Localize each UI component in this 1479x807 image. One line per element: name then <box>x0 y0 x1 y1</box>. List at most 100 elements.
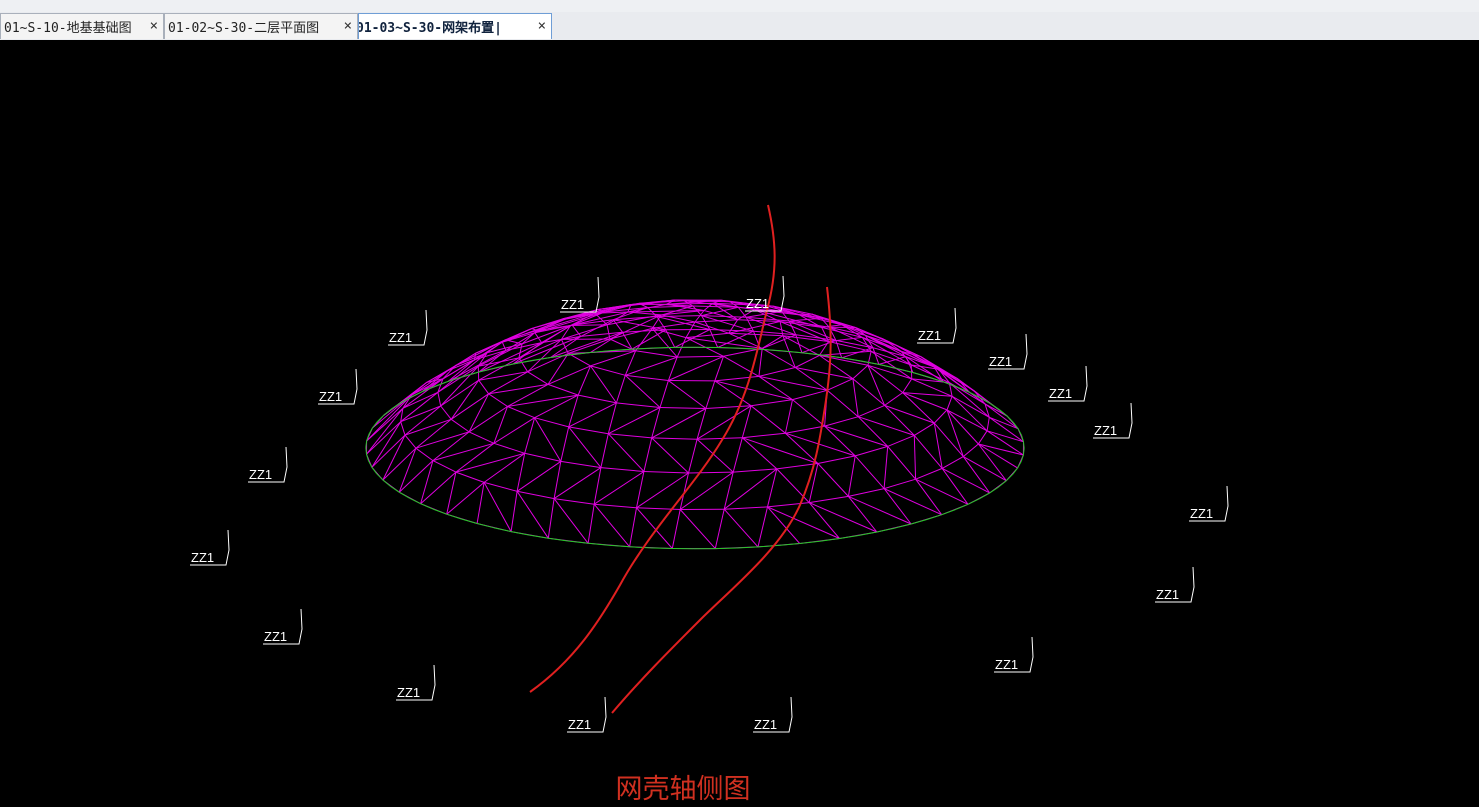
mesh-member <box>980 493 990 499</box>
column-label: ZZ1 <box>754 717 777 732</box>
mesh-member <box>884 489 942 515</box>
close-icon[interactable]: × <box>538 18 546 34</box>
mesh-member <box>652 438 689 473</box>
mesh-member <box>405 435 416 448</box>
mesh-member <box>1013 468 1018 474</box>
mesh-member <box>715 381 793 400</box>
mesh-member <box>999 481 1007 487</box>
mesh-member <box>399 492 409 498</box>
mesh-member <box>594 472 644 505</box>
mesh-member <box>842 348 873 358</box>
mesh-member <box>561 461 601 467</box>
mesh-member <box>653 347 675 348</box>
mesh-member <box>568 541 588 543</box>
mesh-member <box>613 320 666 330</box>
tab-grid-structure-layout[interactable]: 01-03~S-30-网架布置| × <box>358 13 552 39</box>
mesh-member <box>469 394 489 432</box>
mesh-member <box>447 514 462 519</box>
mesh-member <box>594 468 601 505</box>
mesh-member <box>795 355 819 367</box>
mesh-member <box>608 403 616 434</box>
close-icon[interactable]: × <box>150 18 158 34</box>
mesh-member <box>742 438 818 464</box>
mesh-member <box>625 375 660 407</box>
mesh-member <box>535 418 561 462</box>
markup-line <box>530 205 775 692</box>
tab-label: 01~S-10-地基基础图 <box>4 17 132 36</box>
mesh-member <box>836 340 842 357</box>
mesh-member <box>888 435 915 446</box>
mesh-member <box>715 381 751 406</box>
column-label: ZZ1 <box>1190 506 1213 521</box>
mesh-member <box>697 438 742 440</box>
mesh-member <box>729 333 783 336</box>
column-label: ZZ1 <box>918 328 941 343</box>
mesh-member <box>484 453 525 482</box>
tab-label: 01-03~S-30-网架布置| <box>358 17 502 36</box>
mesh-member <box>793 390 828 399</box>
mesh-member <box>636 351 678 357</box>
mesh-member <box>652 409 706 438</box>
mesh-member <box>479 380 489 394</box>
mesh-member <box>511 532 529 536</box>
mesh-member <box>942 468 990 493</box>
mesh-member <box>903 393 935 424</box>
drawing-canvas[interactable]: ZZ1ZZ1ZZ1ZZ1ZZ1ZZ1ZZ1ZZ1ZZ1ZZ1ZZ1ZZ1ZZ1Z… <box>0 40 1479 803</box>
mesh-member <box>405 419 451 435</box>
mesh-member <box>644 438 652 472</box>
mesh-member <box>916 479 968 504</box>
mesh-member <box>689 439 698 473</box>
mesh-member <box>401 406 441 422</box>
mesh-member <box>469 432 494 443</box>
mesh-member <box>451 419 469 432</box>
tab-label: 01-02~S-30-二层平面图 <box>168 17 319 36</box>
mesh-member <box>894 524 911 528</box>
tab-second-floor-plan[interactable]: 01-02~S-30-二层平面图 × <box>164 13 358 39</box>
mesh-member <box>955 504 968 509</box>
mesh-member <box>441 406 452 419</box>
mesh-member <box>366 448 367 455</box>
mesh-member <box>594 504 636 508</box>
mesh-member <box>651 548 673 549</box>
mesh-member <box>990 487 999 493</box>
mesh-member <box>372 435 405 467</box>
mesh-member <box>827 379 853 391</box>
mesh-member <box>548 384 578 395</box>
mesh-member <box>517 491 554 498</box>
mesh-member <box>383 448 416 480</box>
mesh-member <box>738 307 746 317</box>
mesh-member <box>517 453 525 491</box>
mesh-member <box>911 520 927 525</box>
markup-line <box>612 287 831 713</box>
mesh-member <box>715 509 724 548</box>
mesh-member <box>737 547 758 548</box>
mesh-member <box>742 438 777 469</box>
mesh-member <box>751 400 792 406</box>
mesh-member <box>677 356 723 357</box>
mesh-member <box>759 348 762 376</box>
mesh-member <box>632 348 653 349</box>
tab-foundation-plan[interactable]: 01~S-10-地基基础图 × <box>0 13 164 39</box>
markup-lines <box>530 205 831 713</box>
mesh-member <box>644 472 689 474</box>
mesh-member <box>885 393 903 406</box>
mesh-member <box>724 507 767 509</box>
mesh-member <box>675 300 684 301</box>
mesh-member <box>777 464 818 469</box>
mesh-member <box>913 373 929 378</box>
mesh-member <box>914 423 934 435</box>
mesh-member <box>819 351 871 355</box>
mesh-member <box>987 431 1023 442</box>
mesh-member <box>751 406 785 433</box>
mesh-member <box>561 427 569 462</box>
mesh-member <box>548 499 554 539</box>
mesh-member <box>934 410 947 423</box>
mesh-member <box>1018 429 1021 436</box>
mesh-member <box>433 461 456 473</box>
mesh-member <box>433 443 494 460</box>
mesh-member <box>421 472 456 504</box>
mesh-member <box>884 446 888 488</box>
close-icon[interactable]: × <box>344 18 352 34</box>
column-label: ZZ1 <box>1156 587 1179 602</box>
column-label: ZZ1 <box>191 550 214 565</box>
